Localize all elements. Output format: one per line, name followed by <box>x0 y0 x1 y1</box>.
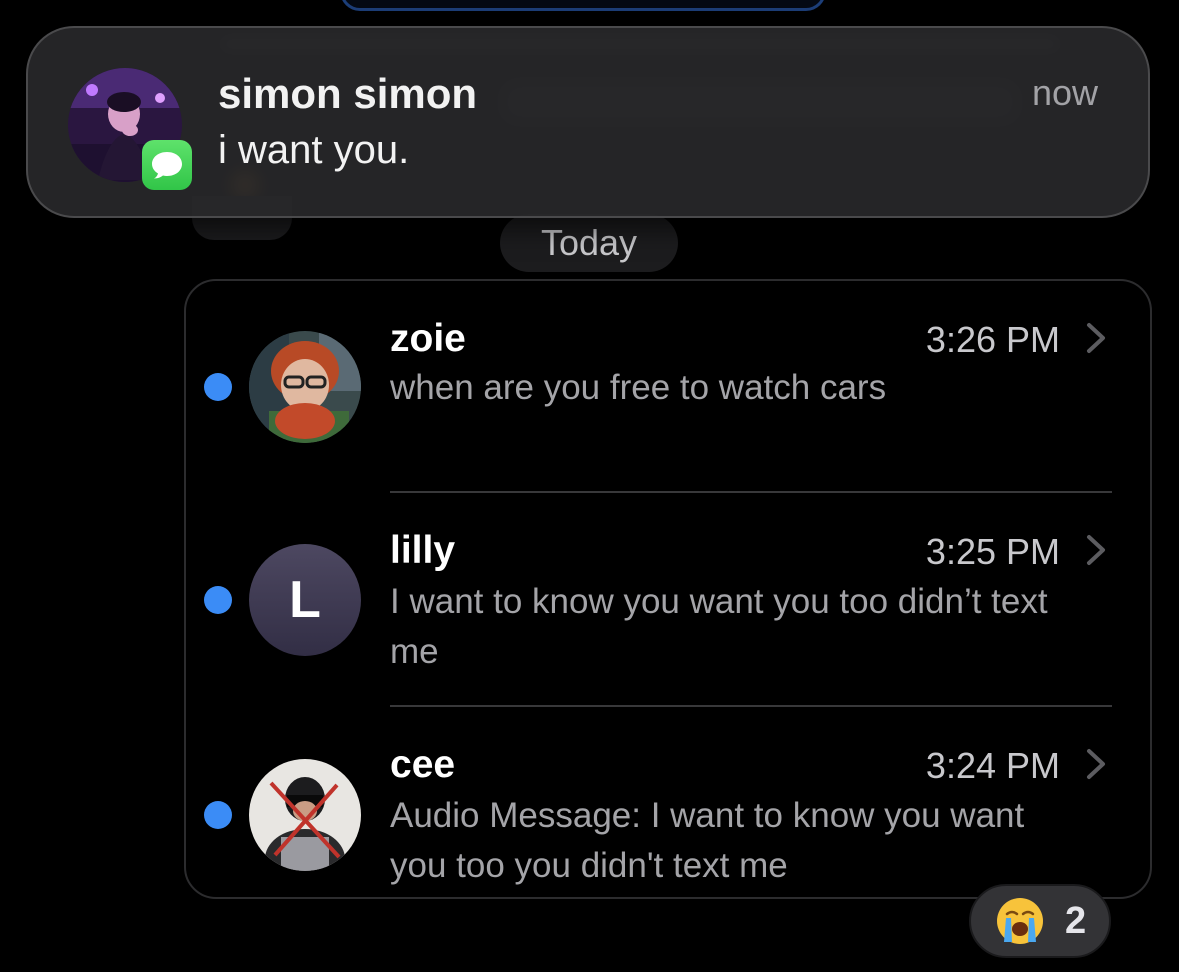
unread-dot <box>204 373 232 401</box>
message-preview: when are you free to watch cars <box>390 368 887 407</box>
avatar-photo-icon <box>249 759 361 871</box>
contact-name: zoie <box>390 317 466 360</box>
notification-sender: simon simon <box>218 70 478 117</box>
speech-bubble-icon <box>152 152 182 179</box>
unread-dot <box>204 586 232 614</box>
reaction-pill[interactable]: 2 <box>969 884 1111 958</box>
reaction-count: 2 <box>1065 899 1087 942</box>
message-time: 3:26 PM <box>925 319 1060 360</box>
contact-name: lilly <box>390 529 456 572</box>
loudly-crying-face-icon <box>997 898 1043 944</box>
message-preview: I want to know you want you too didn’t t… <box>390 582 1048 671</box>
notification-time: now <box>1031 72 1098 113</box>
conversation-list: zoie 3:26 PM when are you free to watch … <box>184 279 1152 899</box>
conversation-row-zoie[interactable]: zoie 3:26 PM when are you free to watch … <box>186 281 1150 493</box>
messages-icon <box>142 140 192 190</box>
date-divider: Today <box>500 214 678 272</box>
chevron-right-icon <box>1087 535 1105 565</box>
screen: Today zoie 3:26 PM when are you free to … <box>0 0 1179 972</box>
dynamic-island-edge <box>340 0 826 11</box>
avatar-lilly: L <box>249 544 361 656</box>
message-preview: Audio Message: I want to know you want y… <box>390 796 1025 885</box>
avatar-zoie <box>249 331 361 443</box>
notification-message: i want you. <box>218 128 410 172</box>
message-time: 3:25 PM <box>925 531 1060 572</box>
contact-name: cee <box>390 743 456 786</box>
message-time: 3:24 PM <box>925 745 1060 786</box>
unread-dot <box>204 801 232 829</box>
avatar-photo-icon <box>249 331 361 443</box>
conversation-row-cee[interactable]: cee 3:24 PM Audio Message: I want to kno… <box>186 707 1150 897</box>
chevron-right-icon <box>1087 323 1105 353</box>
chevron-right-icon <box>1087 749 1105 779</box>
notification-banner[interactable]: simon simon i want you. now <box>26 26 1150 218</box>
conversation-row-lilly[interactable]: L lilly 3:25 PM I want to know you want … <box>186 493 1150 707</box>
avatar-cee <box>249 759 361 871</box>
